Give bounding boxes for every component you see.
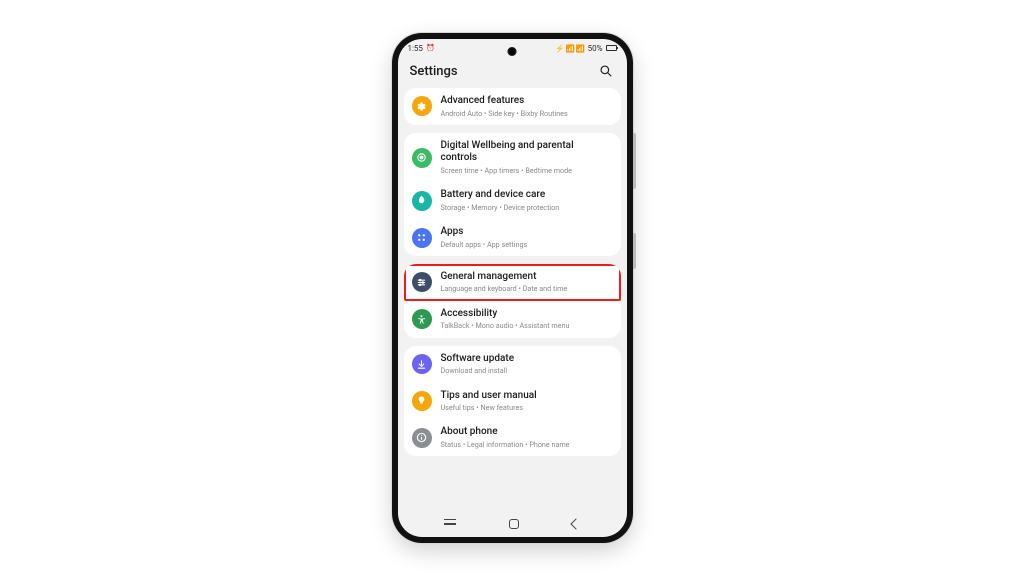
settings-row[interactable]: Software updateDownload and install: [404, 346, 621, 383]
row-title: General management: [441, 271, 613, 284]
tips-icon: [412, 391, 432, 411]
row-subtitle: Android Auto • Side key • Bixby Routines: [441, 109, 613, 118]
row-text: AppsDefault apps • App settings: [441, 226, 613, 249]
row-subtitle: Download and install: [441, 366, 613, 375]
page-title: Settings: [410, 64, 458, 79]
row-text: Advanced featuresAndroid Auto • Side key…: [441, 95, 613, 118]
screen: 1:55 ⏰ ⚡ 📶 📶 50% Settings: [398, 39, 627, 537]
row-subtitle: Useful tips • New features: [441, 403, 613, 412]
front-camera: [508, 47, 517, 56]
nav-home-button[interactable]: [509, 519, 519, 529]
row-title: About phone: [441, 426, 613, 439]
search-button[interactable]: [597, 62, 615, 80]
row-text: Tips and user manualUseful tips • New fe…: [441, 390, 613, 413]
row-title: Battery and device care: [441, 189, 613, 202]
advanced-features-icon: [412, 96, 432, 116]
network-icons: ⚡ 📶 📶: [555, 44, 584, 53]
settings-row[interactable]: Battery and device careStorage • Memory …: [404, 182, 621, 219]
row-text: General managementLanguage and keyboard …: [441, 271, 613, 294]
settings-group: Advanced featuresAndroid Auto • Side key…: [404, 88, 621, 125]
nav-recent-button[interactable]: [444, 523, 456, 525]
about-phone-icon: [412, 428, 432, 448]
battery-icon: [606, 45, 617, 51]
settings-row[interactable]: AccessibilityTalkBack • Mono audio • Ass…: [404, 301, 621, 338]
row-subtitle: TalkBack • Mono audio • Assistant menu: [441, 321, 613, 330]
row-title: Accessibility: [441, 308, 613, 321]
settings-row[interactable]: AppsDefault apps • App settings: [404, 219, 621, 256]
accessibility-icon: [412, 309, 432, 329]
row-title: Software update: [441, 353, 613, 366]
general-management-icon: [412, 272, 432, 292]
status-time: 1:55: [408, 44, 423, 53]
alarm-icon: ⏰: [426, 44, 435, 52]
row-subtitle: Status • Legal information • Phone name: [441, 440, 613, 449]
software-update-icon: [412, 354, 432, 374]
row-text: About phoneStatus • Legal information • …: [441, 426, 613, 449]
battery-care-icon: [412, 191, 432, 211]
phone-frame: 1:55 ⏰ ⚡ 📶 📶 50% Settings: [392, 33, 633, 543]
wellbeing-icon: [412, 148, 432, 168]
nav-back-button[interactable]: [570, 518, 581, 529]
power-button[interactable]: [633, 233, 636, 269]
volume-button[interactable]: [633, 133, 636, 189]
settings-row[interactable]: Advanced featuresAndroid Auto • Side key…: [404, 88, 621, 125]
settings-row[interactable]: General managementLanguage and keyboard …: [404, 264, 621, 301]
row-title: Tips and user manual: [441, 390, 613, 403]
settings-row[interactable]: Digital Wellbeing and parental controlsS…: [404, 133, 621, 182]
row-text: AccessibilityTalkBack • Mono audio • Ass…: [441, 308, 613, 331]
settings-list[interactable]: Advanced featuresAndroid Auto • Side key…: [398, 88, 627, 456]
row-subtitle: Default apps • App settings: [441, 240, 613, 249]
nav-bar: [398, 511, 627, 537]
row-text: Software updateDownload and install: [441, 353, 613, 376]
settings-group: Digital Wellbeing and parental controlsS…: [404, 133, 621, 256]
row-title: Advanced features: [441, 95, 613, 108]
row-title: Apps: [441, 226, 613, 239]
row-text: Battery and device careStorage • Memory …: [441, 189, 613, 212]
settings-header: Settings: [398, 57, 627, 88]
row-subtitle: Screen time • App timers • Bedtime mode: [441, 166, 613, 175]
row-subtitle: Language and keyboard • Date and time: [441, 284, 613, 293]
row-subtitle: Storage • Memory • Device protection: [441, 203, 613, 212]
row-title: Digital Wellbeing and parental controls: [441, 140, 613, 165]
apps-icon: [412, 228, 432, 248]
settings-row[interactable]: Tips and user manualUseful tips • New fe…: [404, 383, 621, 420]
battery-percent: 50%: [588, 44, 603, 53]
settings-group: General managementLanguage and keyboard …: [404, 264, 621, 338]
search-icon: [599, 64, 613, 78]
settings-row[interactable]: About phoneStatus • Legal information • …: [404, 419, 621, 456]
row-text: Digital Wellbeing and parental controlsS…: [441, 140, 613, 175]
settings-group: Software updateDownload and install Tips …: [404, 346, 621, 457]
